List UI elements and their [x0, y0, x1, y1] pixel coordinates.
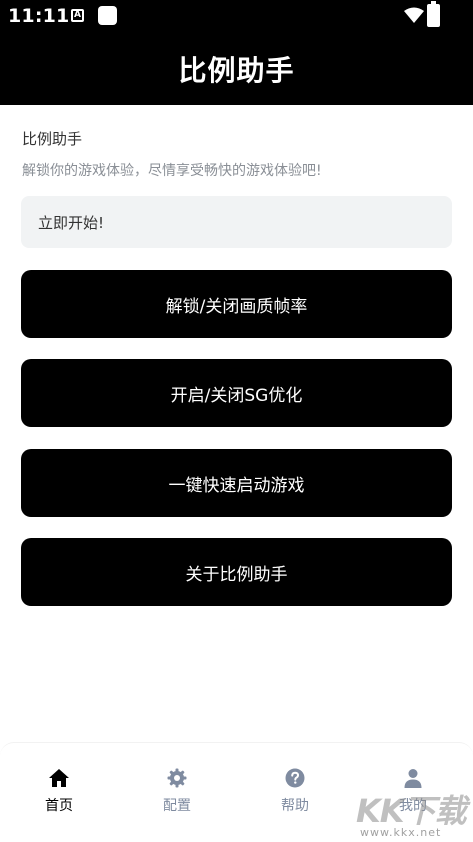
status-time: 11:11 — [8, 5, 70, 27]
watermark: KK下载 www.kkx.net — [354, 786, 472, 842]
tab-help[interactable]: 帮助 — [255, 767, 335, 815]
intro-title: 比例助手 — [22, 130, 83, 148]
about-button[interactable]: 关于比例助手 — [21, 538, 452, 606]
unlock-frame-rate-button[interactable]: 解锁/关闭画质帧率 — [21, 270, 452, 338]
tab-config[interactable]: 配置 — [137, 767, 217, 815]
gear-icon — [166, 767, 188, 789]
tab-home-label: 首页 — [45, 798, 73, 814]
app-notification-icon — [98, 6, 117, 25]
quick-launch-button[interactable]: 一键快速启动游戏 — [21, 449, 452, 517]
page-title: 比例助手 — [178, 53, 295, 87]
tab-home[interactable]: 首页 — [19, 767, 99, 815]
watermark-url: www.kkx.net — [360, 826, 442, 839]
wifi-icon — [404, 7, 424, 23]
intro-subtitle: 解锁你的游戏体验，尽情享受畅快的游戏体验吧! — [22, 163, 322, 179]
tab-help-label: 帮助 — [281, 798, 309, 814]
help-icon — [284, 767, 306, 789]
home-icon — [48, 767, 70, 789]
start-now-box[interactable]: 立即开始! — [21, 196, 452, 248]
a-notification-icon: A — [71, 9, 84, 22]
battery-icon — [427, 1, 440, 27]
sg-optimize-button[interactable]: 开启/关闭SG优化 — [21, 359, 452, 427]
tab-config-label: 配置 — [163, 798, 191, 814]
status-bar: 11:11 A — [0, 0, 473, 32]
app-bar: 比例助手 — [0, 32, 473, 105]
